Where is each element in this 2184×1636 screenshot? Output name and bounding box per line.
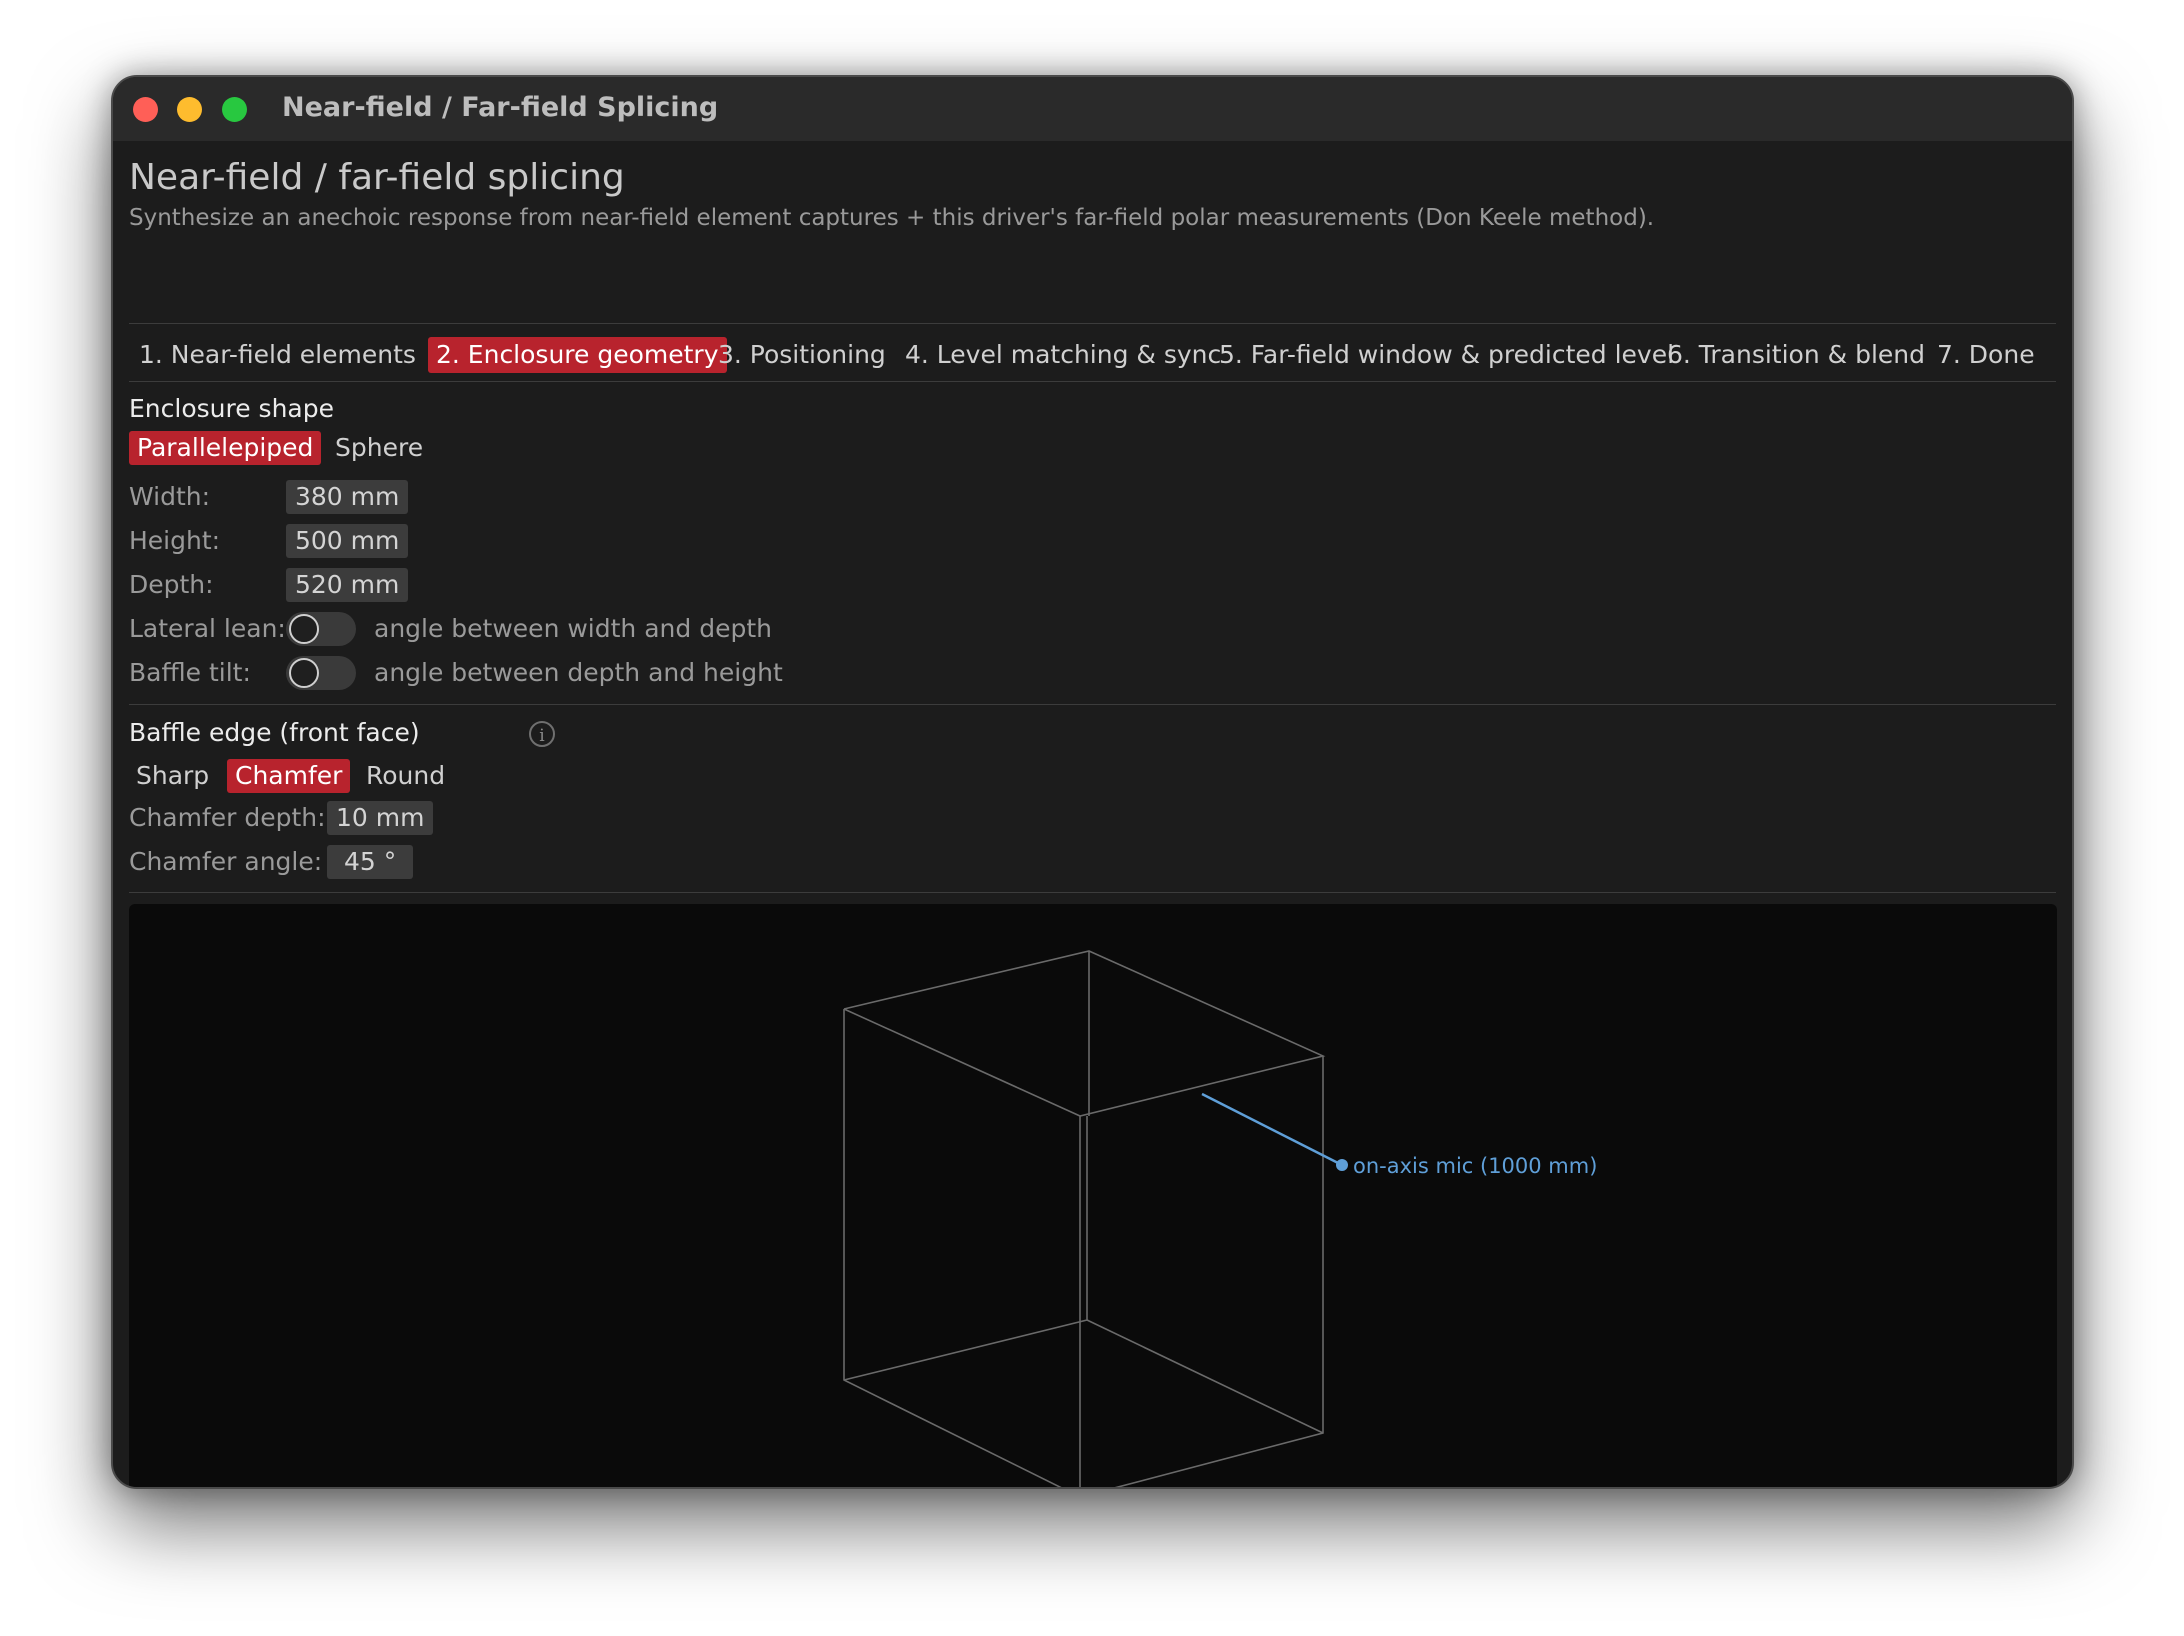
chamfer-angle-label: Chamfer angle:	[129, 847, 323, 876]
baffle-edge-heading: Baffle edge (front face)	[129, 718, 420, 747]
page-title: Near-field / far-field splicing	[129, 157, 625, 198]
app-window: Near-field / Far-field Splicing Near-fie…	[111, 75, 2074, 1489]
mic-axis-line	[1201, 1092, 1343, 1167]
mic-marker[interactable]	[1336, 1159, 1348, 1171]
minimize-window-button[interactable]	[177, 97, 202, 122]
window-title: Near-field / Far-field Splicing	[282, 92, 719, 123]
chamfer-depth-label: Chamfer depth:	[129, 803, 326, 832]
title-bar: Near-field / Far-field Splicing	[113, 77, 2072, 141]
depth-field[interactable]: 520 mm	[286, 568, 409, 602]
height-field[interactable]: 500 mm	[286, 524, 409, 558]
tab-transition-blend[interactable]: 6. Transition & blend	[1667, 337, 1925, 373]
zoom-window-button[interactable]	[222, 97, 247, 122]
tab-done[interactable]: 7. Done	[1937, 337, 2035, 373]
tab-far-field-window[interactable]: 5. Far-field window & predicted level	[1219, 337, 1674, 373]
height-label: Height:	[129, 526, 221, 555]
page-subtitle: Synthesize an anechoic response from nea…	[129, 205, 1655, 231]
toggle-knob	[289, 658, 319, 688]
box-hidden-edge	[1086, 1319, 1324, 1434]
chamfer-angle-field[interactable]: 45 °	[327, 845, 414, 879]
tab-enclosure-geometry[interactable]: 2. Enclosure geometry	[428, 337, 727, 373]
tab-positioning[interactable]: 3. Positioning	[718, 337, 886, 373]
lateral-lean-hint: angle between width and depth	[374, 614, 772, 643]
box-edges	[843, 950, 1326, 1487]
width-label: Width:	[129, 482, 211, 511]
baffle-tilt-hint: angle between depth and height	[374, 658, 783, 687]
mic-label: on-axis mic (1000 mm)	[1353, 1154, 1597, 1178]
baffle-tilt-label: Baffle tilt:	[129, 658, 251, 687]
tab-near-field-elements[interactable]: 1. Near-field elements	[139, 337, 416, 373]
enclosure-wireframe: on-axis mic (1000 mm)	[843, 950, 1597, 1487]
edge-chamfer-button[interactable]: Chamfer	[227, 759, 351, 793]
main-content: Near-field / far-field splicing Synthesi…	[129, 141, 2057, 1487]
info-icon[interactable]: i	[529, 721, 555, 747]
edge-sharp-button[interactable]: Sharp	[136, 759, 209, 793]
box-outline	[843, 1009, 1324, 1487]
depth-label: Depth:	[129, 570, 214, 599]
divider	[129, 381, 2056, 382]
tab-level-matching[interactable]: 4. Level matching & sync	[905, 337, 1221, 373]
edge-round-button[interactable]: Round	[366, 759, 445, 793]
width-field[interactable]: 380 mm	[286, 480, 409, 514]
chamfer-depth-field[interactable]: 10 mm	[327, 801, 434, 835]
enclosure-3d-viewport[interactable]: on-axis mic (1000 mm)	[129, 904, 2057, 1487]
enclosure-shape-heading: Enclosure shape	[129, 394, 334, 423]
lateral-lean-label: Lateral lean:	[129, 614, 286, 643]
box-inner-edge	[843, 1116, 1088, 1381]
toggle-knob	[289, 614, 319, 644]
shape-sphere-button[interactable]: Sphere	[335, 431, 423, 465]
shape-parallelepiped-button[interactable]: Parallelepiped	[129, 431, 322, 465]
divider	[129, 704, 2056, 705]
close-window-button[interactable]	[133, 97, 158, 122]
lateral-lean-toggle[interactable]	[286, 612, 356, 646]
baffle-tilt-toggle[interactable]	[286, 656, 356, 690]
divider	[129, 323, 2056, 324]
divider	[129, 892, 2056, 893]
box-top-face	[843, 950, 1326, 1117]
